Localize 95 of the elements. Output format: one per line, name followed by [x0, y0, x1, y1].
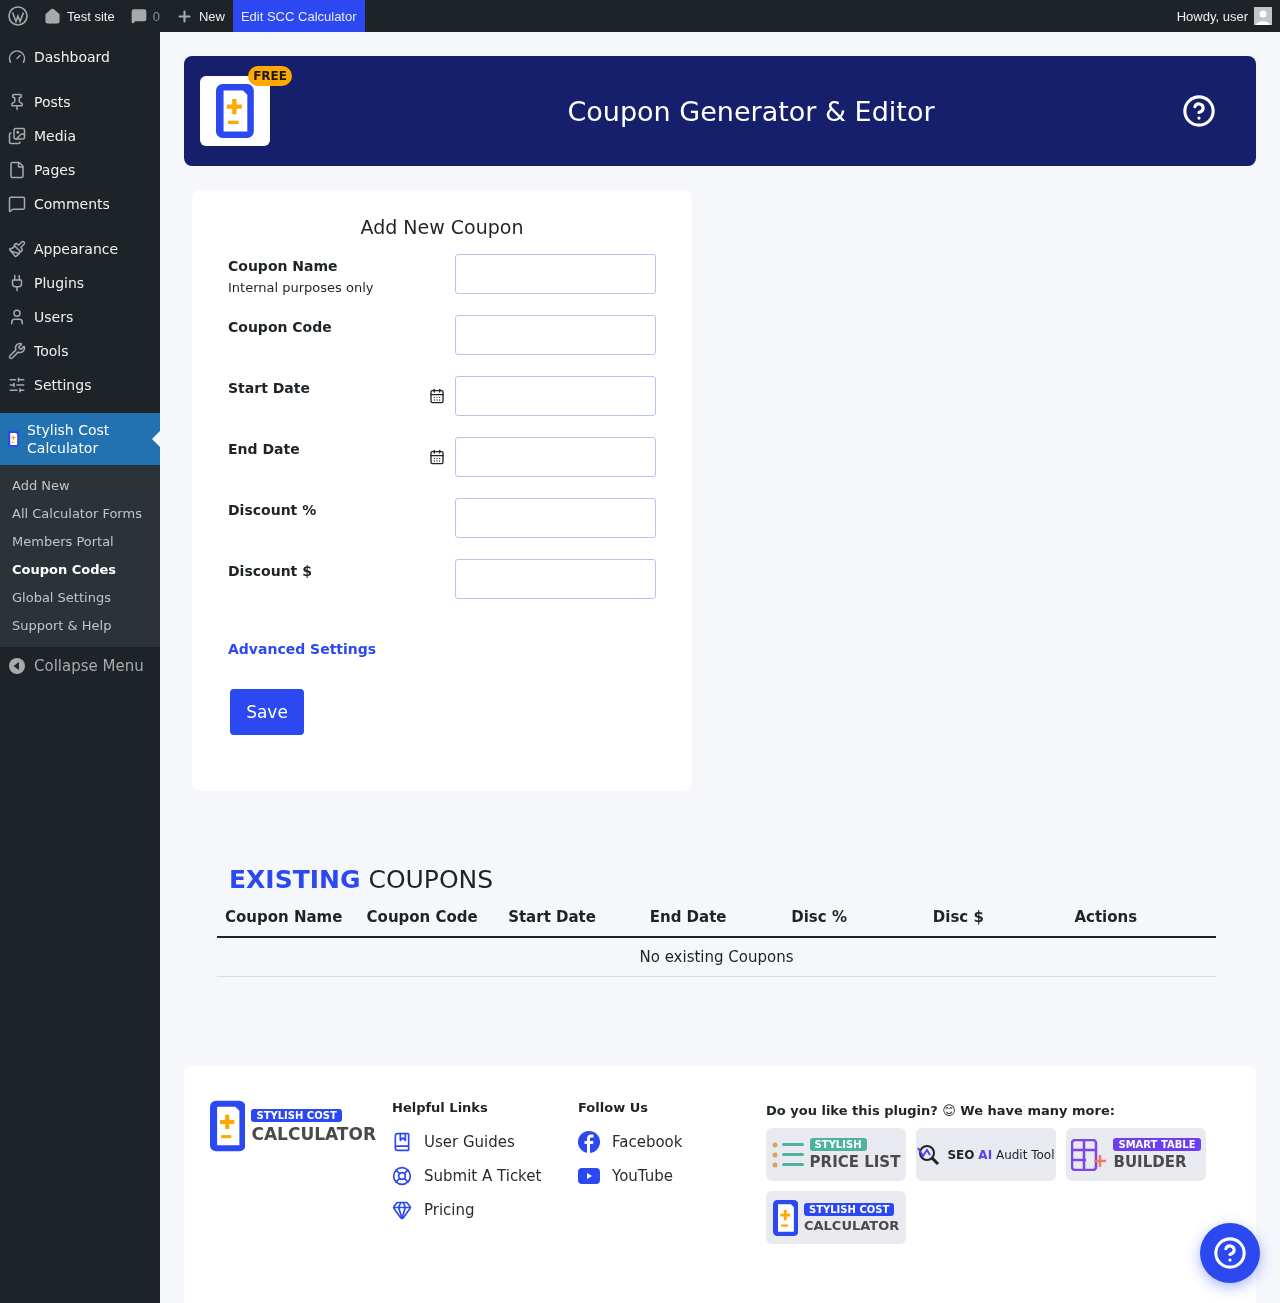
column-header: Coupon Code [366, 908, 479, 926]
logo-badge: STYLISH COST [251, 1108, 342, 1122]
diamond-icon [392, 1200, 412, 1220]
comment-icon [130, 8, 147, 24]
menu-icon [8, 48, 26, 66]
site-link[interactable]: Test site [36, 0, 123, 32]
date-field[interactable] [455, 437, 656, 477]
calculator-icon [210, 1100, 246, 1152]
wordpress-logo-icon[interactable] [8, 6, 28, 26]
submenu-item[interactable]: Support & Help [0, 612, 160, 640]
field-hint: Internal purposes only [228, 280, 374, 295]
menu-icon [8, 376, 26, 394]
menu-item[interactable]: Stylish Cost Calculator [0, 413, 160, 465]
menu-item[interactable]: Plugins [0, 266, 160, 300]
help-icon[interactable] [1182, 94, 1216, 128]
footer-link[interactable]: Pricing [392, 1197, 562, 1223]
table-icon [1071, 1138, 1108, 1171]
menu-item[interactable]: Users [0, 300, 160, 334]
submenu-item[interactable]: Global Settings [0, 584, 160, 612]
book-icon [392, 1132, 412, 1152]
column-header: End Date [649, 908, 728, 926]
magnifier-icon [917, 1143, 942, 1166]
menu-item[interactable]: Posts [0, 85, 160, 119]
menu-icon [8, 127, 26, 145]
save-button[interactable]: Save [230, 689, 304, 735]
field-label: Coupon Name [228, 258, 339, 274]
logo-title: CALCULATOR [251, 1123, 376, 1144]
lifebuoy-icon [392, 1166, 412, 1186]
footer-link[interactable]: Submit A Ticket [392, 1163, 562, 1189]
column-header: Actions [1074, 908, 1139, 926]
column-header: Disc $ [932, 908, 985, 926]
free-badge: FREE [248, 66, 292, 86]
social-link[interactable]: Facebook [578, 1129, 750, 1155]
social-link[interactable]: YouTube [578, 1163, 750, 1189]
empty-message: No existing Coupons [217, 938, 1216, 977]
submenu-item[interactable]: Coupon Codes [0, 556, 160, 584]
new-link[interactable]: New [167, 0, 233, 32]
submenu-item[interactable]: Members Portal [0, 528, 160, 556]
column-title: Follow Us [578, 1100, 649, 1115]
promo-text: Do you like this plugin? 😊 We have many more: [766, 1103, 1116, 1118]
collapse-menu-button[interactable]: Collapse Menu [0, 647, 160, 685]
product-card[interactable]: SEO AI Audit Tool [916, 1128, 1056, 1181]
footer-link[interactable]: User Guides [392, 1129, 562, 1155]
submenu-item[interactable]: Add New [0, 472, 160, 500]
calendar-icon[interactable] [429, 388, 445, 404]
menu-icon [8, 161, 26, 179]
product-card[interactable]: SMART TABLE BUILDER [1066, 1128, 1206, 1181]
section-title: EXISTING COUPONS [229, 865, 495, 894]
menu-item[interactable]: Pages [0, 153, 160, 187]
input-field[interactable] [455, 559, 656, 599]
menu-icon [8, 195, 26, 213]
column-header: Coupon Name [225, 908, 344, 926]
field-label: End Date [228, 441, 300, 457]
calendar-icon[interactable] [429, 449, 445, 465]
menu-icon [8, 240, 26, 258]
field-label: Coupon Code [228, 319, 332, 335]
comments-link[interactable]: 0 [122, 0, 168, 32]
facebook-icon [578, 1131, 600, 1153]
edit-link[interactable]: Edit SCC Calculator [232, 0, 365, 32]
column-header: Start Date [508, 908, 597, 926]
menu-item[interactable]: Comments [0, 187, 160, 221]
input-field[interactable] [455, 498, 656, 538]
calculator-icon [772, 1199, 798, 1236]
avatar-icon [1254, 7, 1272, 25]
form-title: Add New Coupon [359, 216, 525, 238]
input-field[interactable] [455, 254, 656, 294]
input-field[interactable] [455, 315, 656, 355]
list-icon [771, 1141, 804, 1168]
date-field[interactable] [455, 376, 656, 416]
column-title: Helpful Links [392, 1100, 489, 1115]
page-title: Coupon Generator & Editor [566, 95, 936, 127]
submenu-item[interactable]: All Calculator Forms [0, 500, 160, 528]
product-card[interactable]: STYLISH PRICE LIST [766, 1128, 906, 1181]
calculator-icon [216, 84, 254, 138]
field-label: Discount % [228, 502, 317, 518]
menu-icon [8, 93, 26, 111]
advanced-settings-link[interactable]: Advanced Settings [228, 641, 656, 657]
menu-item[interactable]: Settings [0, 368, 160, 402]
collapse-icon [8, 657, 26, 675]
plus-icon [175, 7, 193, 25]
home-icon [44, 7, 61, 25]
menu-item[interactable]: Tools [0, 334, 160, 368]
field-label: Discount $ [228, 563, 312, 579]
help-icon [1213, 1236, 1247, 1270]
menu-item[interactable]: Appearance [0, 232, 160, 266]
product-card[interactable]: STYLISH COST CALCULATOR [766, 1191, 906, 1244]
field-label: Start Date [228, 380, 310, 396]
calculator-icon [8, 429, 20, 449]
account-menu[interactable]: Howdy, user [1168, 0, 1280, 32]
menu-icon [8, 308, 26, 326]
menu-item[interactable]: Media [0, 119, 160, 153]
column-header: Disc % [791, 908, 848, 926]
menu-item[interactable]: Dashboard [0, 40, 160, 74]
menu-icon [8, 342, 26, 360]
youtube-icon [578, 1168, 600, 1184]
